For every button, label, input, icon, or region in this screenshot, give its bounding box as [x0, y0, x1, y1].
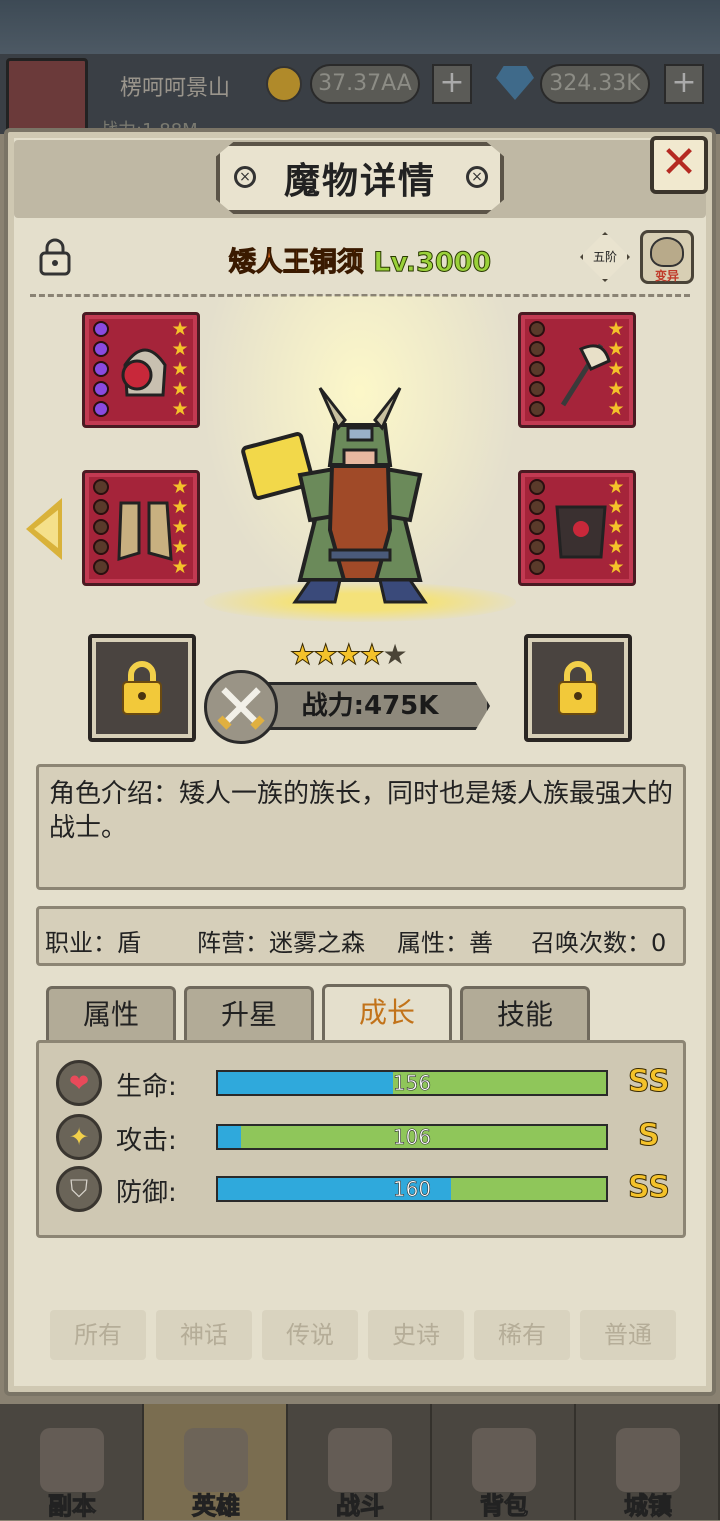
crossed-swords-icon — [204, 670, 278, 744]
stat-value-def: 160 — [392, 1177, 432, 1201]
attack-icon: ✦ — [56, 1114, 102, 1160]
helmet-icon — [121, 348, 167, 397]
nav-label: 背包 — [480, 1492, 529, 1521]
tab-growth[interactable]: 成长 — [322, 984, 452, 1044]
stat-bar-hp: 156 — [216, 1070, 608, 1096]
equip-slot-armor[interactable]: ★ ★ ★ ★ ★ — [518, 470, 636, 586]
star-rating: ★ ★ ★ ★ ★ — [607, 318, 625, 420]
filter-legend: 传说 — [262, 1310, 358, 1360]
star-rating: ★ ★ ★ ★ ★ — [171, 476, 189, 578]
star-icon: ★ — [313, 638, 339, 671]
swords-nav-icon — [328, 1428, 392, 1492]
panel-title: 魔物详情 — [283, 161, 436, 202]
shop-icon — [616, 1428, 680, 1492]
background-filter-row: 所有 神话 传说 史诗 稀有 普通 — [50, 1310, 676, 1360]
stat-label-def: 防御: — [116, 1178, 177, 1208]
monster-level: Lv.3000 — [373, 247, 492, 279]
tab-skills[interactable]: 技能 — [460, 986, 590, 1042]
stat-bar-atk: 106 — [216, 1124, 608, 1150]
stat-value-hp: 156 — [392, 1071, 432, 1095]
armor-icon — [555, 505, 607, 559]
filter-rare: 稀有 — [474, 1310, 570, 1360]
close-button[interactable]: ✕ — [650, 136, 708, 194]
add-gold-button[interactable]: + — [432, 64, 472, 104]
mutate-button[interactable]: 变异 — [640, 230, 694, 284]
tab-star-up[interactable]: 升星 — [184, 986, 314, 1042]
monster-description: 角色介绍：矮人一族的族长，同时也是矮人族最强大的战士。 — [36, 764, 686, 890]
title-plate: 魔物详情 — [216, 142, 504, 214]
monster-name: 矮人王铜须 — [228, 247, 364, 279]
gem-sockets — [93, 479, 111, 579]
equip-slot-weapon[interactable]: ★ ★ ★ ★ ★ — [518, 312, 636, 428]
backpack-icon — [472, 1428, 536, 1492]
star-empty-icon: ★ — [382, 638, 407, 671]
add-gem-button[interactable]: + — [664, 64, 704, 104]
skull-icon — [650, 237, 684, 267]
gold-amount: 37.37AA — [310, 64, 420, 104]
filter-all: 所有 — [50, 1310, 146, 1360]
dwarf-king-sprite — [241, 387, 428, 604]
helmet-nav-icon — [184, 1428, 248, 1492]
star-icon: ★ — [289, 638, 315, 671]
stat-bar-def: 160 — [216, 1176, 608, 1202]
player-name: 楞呵呵景山 — [120, 76, 231, 101]
mutate-label: 变异 — [654, 269, 679, 283]
gold-coin-icon — [266, 66, 302, 102]
locked-slot-left[interactable] — [88, 634, 196, 742]
star-rating: ★ ★ ★ ★ ★ — [607, 476, 625, 578]
equip-slot-helmet[interactable]: ★ ★ ★ ★ ★ — [82, 312, 200, 428]
gem-sockets — [529, 479, 547, 579]
attribute-info: 属性：善 — [397, 929, 493, 957]
nav-battle[interactable]: 战斗 — [288, 1404, 432, 1521]
star-icon: ★ — [336, 638, 362, 671]
job-info: 职业：盾 — [45, 929, 141, 957]
boots-icon — [117, 501, 173, 562]
nav-heroes[interactable]: 英雄 — [144, 1404, 288, 1521]
grade-hp: SS — [628, 1064, 671, 1100]
axe-icon — [560, 343, 611, 407]
bolt-icon: × — [466, 166, 488, 188]
stat-label-hp: 生命: — [116, 1072, 177, 1102]
gem-sockets — [529, 321, 547, 421]
star-icon: ★ — [359, 638, 385, 671]
equip-slot-boots[interactable]: ★ ★ ★ ★ ★ — [82, 470, 200, 586]
locked-slot-right[interactable] — [524, 634, 632, 742]
stat-label-atk: 攻击: — [116, 1126, 177, 1156]
nav-bag[interactable]: 背包 — [432, 1404, 576, 1521]
stat-value-atk: 106 — [392, 1125, 432, 1149]
background-scene — [0, 0, 720, 60]
monster-star-rating: ★★★★★ — [289, 638, 440, 671]
nav-label: 副本 — [48, 1492, 97, 1521]
tab-attributes[interactable]: 属性 — [46, 986, 176, 1042]
monster-info-row: 职业：盾 阵营：迷雾之森 属性：善 召唤次数：0 — [36, 906, 686, 966]
gem-amount: 324.33K — [540, 64, 650, 104]
heart-icon: ❤ — [56, 1060, 102, 1106]
shield-icon: ⛉ — [56, 1166, 102, 1212]
star-rating: ★ ★ ★ ★ ★ — [171, 318, 189, 420]
nav-town[interactable]: 城镇 — [576, 1404, 720, 1521]
nav-label: 城镇 — [624, 1492, 673, 1521]
padlock-icon — [558, 661, 598, 715]
grade-atk: S — [638, 1118, 661, 1154]
bolt-icon: × — [234, 166, 256, 188]
map-icon — [40, 1428, 104, 1492]
filter-common: 普通 — [580, 1310, 676, 1360]
nav-label: 战斗 — [336, 1492, 385, 1521]
grade-def: SS — [628, 1170, 671, 1206]
filter-myth: 神话 — [156, 1310, 252, 1360]
nav-dungeon[interactable]: 副本 — [0, 1404, 144, 1521]
padlock-icon — [122, 661, 162, 715]
faction-info: 阵营：迷雾之森 — [197, 929, 365, 957]
summon-info: 召唤次数：0 — [531, 929, 667, 957]
filter-epic: 史诗 — [368, 1310, 464, 1360]
gem-sockets — [93, 321, 111, 421]
power-display: 战力:475K — [250, 682, 490, 730]
nav-label: 英雄 — [192, 1492, 241, 1521]
